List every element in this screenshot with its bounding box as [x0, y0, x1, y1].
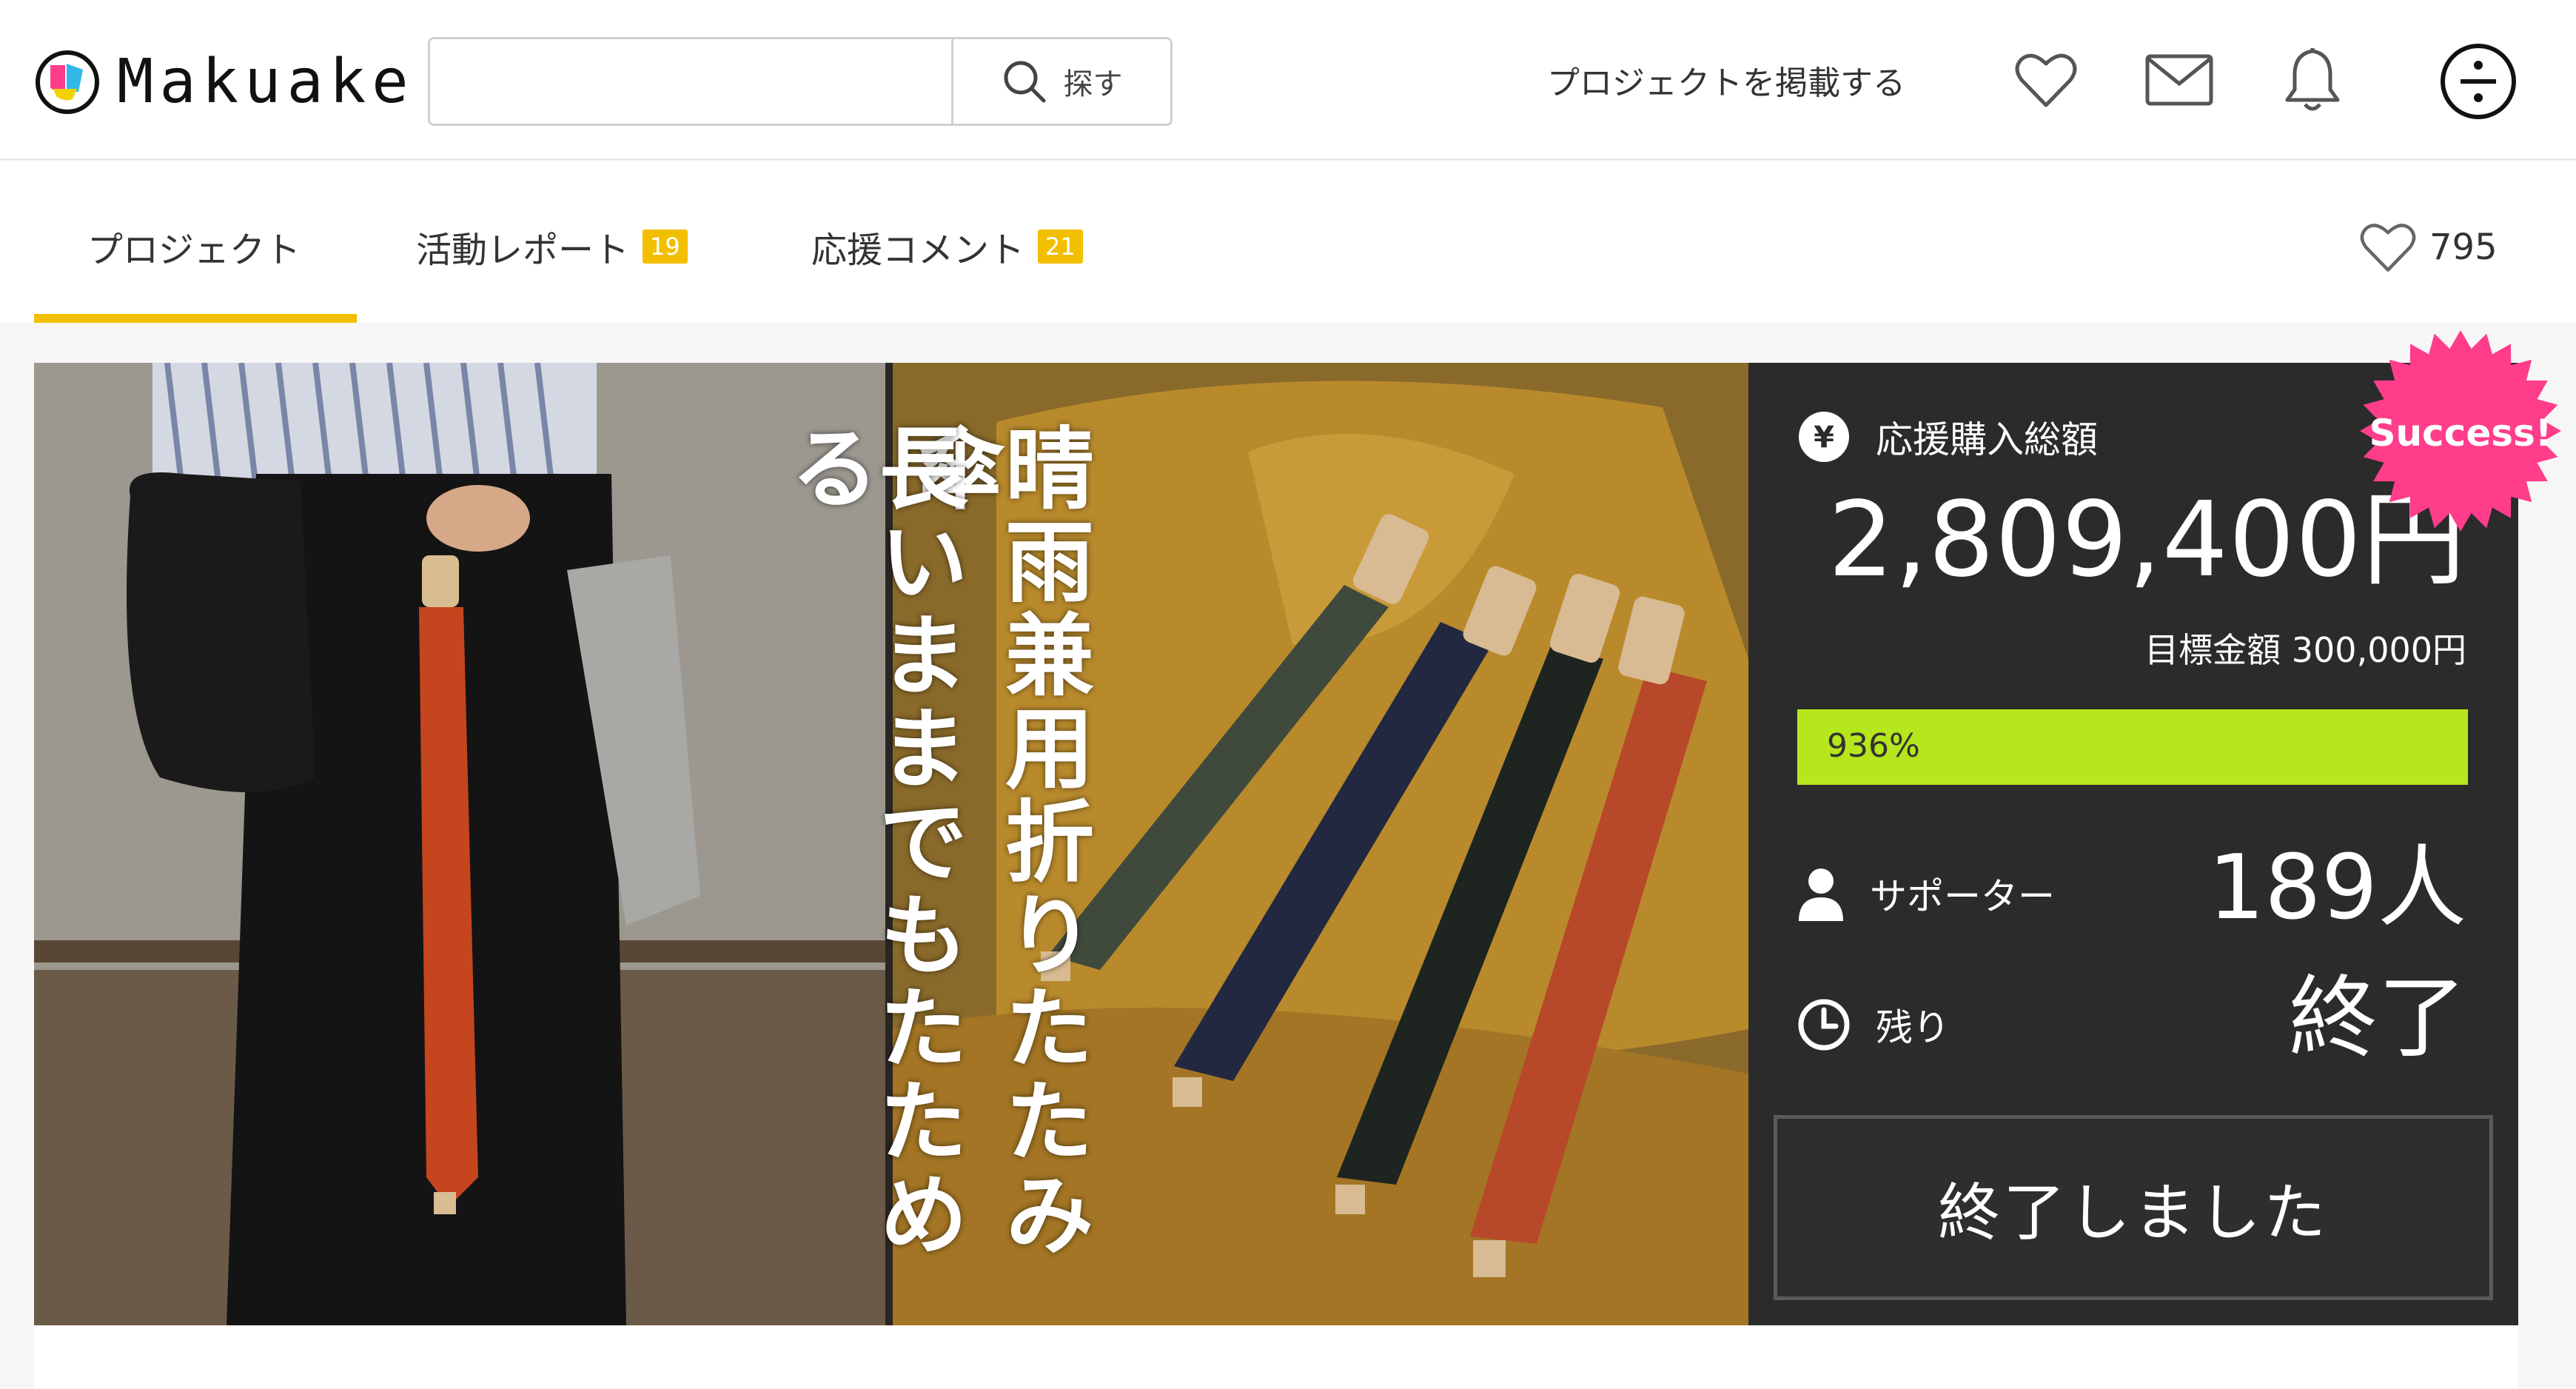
funding-progress-percent: 936% [1827, 727, 1920, 765]
logo-text: Makuake [117, 47, 415, 117]
remaining-value: 終了 [2289, 967, 2466, 1070]
content-area-top [34, 1325, 2518, 1389]
yen-icon: ¥ [1799, 412, 1849, 462]
activity-report-count-badge: 19 [643, 230, 688, 264]
search-button-label: 探す [1063, 67, 1123, 101]
notifications-button[interactable] [2275, 43, 2349, 117]
tab-support-comments-label: 応援コメント [811, 230, 1025, 271]
search-box: 探す [428, 37, 1173, 126]
tab-support-comments[interactable]: 応援コメント 21 [811, 221, 1083, 272]
tab-project-label: プロジェクト [87, 230, 301, 271]
search-icon [1004, 61, 1045, 103]
like-button[interactable]: 795 [2358, 221, 2498, 274]
messages-button[interactable] [2142, 43, 2216, 117]
tab-project[interactable]: プロジェクト [87, 221, 301, 272]
tab-activity-report-label: 活動レポート [416, 230, 630, 271]
hero-headline-sub: 長いままでもたためる [775, 422, 967, 1262]
project-hero-image: 晴雨兼用折りたたみ傘 長いままでもたためる [34, 363, 1748, 1325]
support-comments-count-badge: 21 [1038, 230, 1083, 264]
supporters-count: 189人 [2207, 837, 2466, 940]
remaining-label: 残り [1876, 1006, 1950, 1049]
favorites-button[interactable] [2009, 43, 2083, 117]
tab-activity-report[interactable]: 活動レポート 19 [416, 221, 688, 272]
clock-icon [1798, 999, 1850, 1051]
heart-icon [2015, 53, 2077, 107]
bell-icon [2285, 48, 2340, 111]
svg-text:¥: ¥ [1814, 421, 1834, 455]
heart-icon [2360, 224, 2416, 272]
active-tab-indicator [34, 314, 357, 323]
menu-button[interactable] [2440, 43, 2517, 120]
project-ended-button[interactable]: 終了しました [1774, 1115, 2493, 1300]
success-badge: Success! [2369, 412, 2552, 455]
supporters-row: サポーター [1797, 866, 2055, 921]
search-input[interactable] [430, 39, 951, 124]
search-button[interactable]: 探す [951, 39, 1170, 124]
mail-icon [2145, 54, 2213, 106]
like-count: 795 [2429, 227, 2498, 268]
supporters-label: サポーター [1870, 875, 2055, 918]
goal-amount: 目標金額 300,000円 [2144, 630, 2466, 670]
site-header: Makuake 探す プロジェクトを掲載する [0, 0, 2576, 160]
makuake-logo[interactable]: Makuake [34, 49, 415, 116]
user-icon [1799, 868, 1843, 921]
menu-icon [2441, 44, 2516, 119]
logo-mark-icon [36, 50, 99, 114]
post-project-link[interactable]: プロジェクトを掲載する [1547, 56, 1905, 104]
funding-progress-bar: 936% [1797, 709, 2468, 785]
total-label-row: ¥ 応援購入総額 [1797, 410, 2098, 463]
total-amount-label: 応援購入総額 [1876, 418, 2098, 461]
remaining-row: 残り [1797, 998, 1950, 1051]
project-tabbar: プロジェクト 活動レポート 19 応援コメント 21 795 [0, 161, 2576, 323]
